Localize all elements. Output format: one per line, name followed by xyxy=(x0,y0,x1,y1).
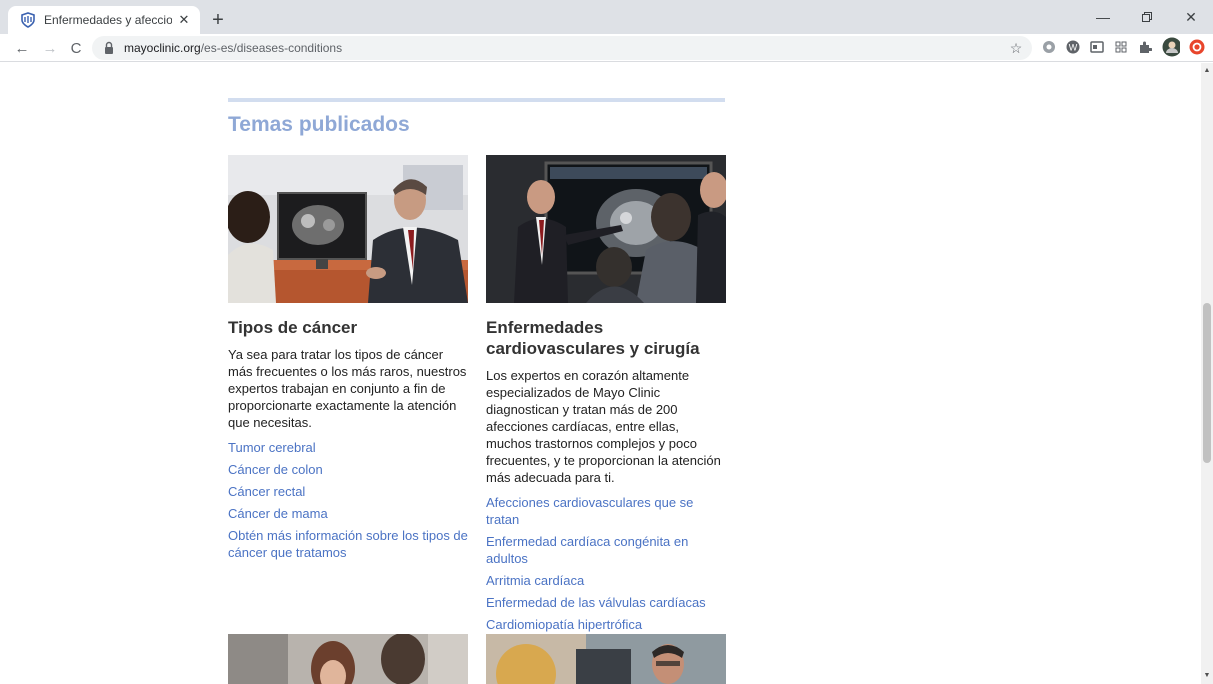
forward-icon[interactable]: → xyxy=(38,36,62,60)
profile-avatar-icon[interactable] xyxy=(1162,37,1180,57)
cancer-doctor-photo[interactable] xyxy=(228,155,468,303)
tab-title: Enfermedades y afecciones - Ma xyxy=(44,13,172,27)
url-domain: mayoclinic.org xyxy=(124,41,201,55)
section-title: Temas publicados xyxy=(228,113,410,136)
next-card-photo-right[interactable] xyxy=(486,634,726,684)
browser-tab[interactable]: Enfermedades y afecciones - Ma ✕ xyxy=(8,6,200,34)
card-cardiovascular: Enfermedades cardiovasculares y cirugía … xyxy=(486,155,726,638)
cardiology-team-photo[interactable] xyxy=(486,155,726,303)
list-item: Enfermedad cardíaca congénita en adultos xyxy=(486,533,726,567)
url-path: /es-es/diseases-conditions xyxy=(200,41,343,55)
list-item: Afecciones cardiovasculares que se trata… xyxy=(486,494,726,528)
wordpress-icon[interactable]: W xyxy=(1064,38,1082,56)
list-item: Obtén más información sobre los tipos de… xyxy=(228,527,468,561)
reload-icon[interactable]: C xyxy=(64,36,88,60)
back-icon[interactable]: ← xyxy=(10,36,34,60)
tab-bar: Enfermedades y afecciones - Ma ✕ + — ✕ xyxy=(0,0,1213,34)
card-title: Tipos de cáncer xyxy=(228,318,358,337)
scroll-down-arrow-icon[interactable]: ▼ xyxy=(1201,670,1213,682)
link-cardiovascular-conditions[interactable]: Afecciones cardiovasculares que se trata… xyxy=(486,495,693,527)
reader-icon[interactable] xyxy=(1088,38,1106,56)
minimize-icon[interactable]: — xyxy=(1081,0,1125,34)
list-item: Cáncer de colon xyxy=(228,461,468,478)
power-extension-icon[interactable] xyxy=(1188,38,1206,56)
browser-toolbar: ← → C mayoclinic.org/es-es/diseases-cond… xyxy=(0,34,1213,62)
link-congenital-heart-disease[interactable]: Enfermedad cardíaca congénita en adultos xyxy=(486,534,688,566)
list-item: Cáncer rectal xyxy=(228,483,468,500)
tab-close-icon[interactable]: ✕ xyxy=(176,12,192,28)
lock-icon xyxy=(105,41,113,54)
link-more-cancer-types[interactable]: Obtén más información sobre los tipos de… xyxy=(228,528,468,560)
extension-gear-icon[interactable] xyxy=(1040,38,1058,56)
new-tab-button[interactable]: + xyxy=(206,9,230,33)
link-tumor-cerebral[interactable]: Tumor cerebral xyxy=(228,440,316,455)
card-cancer-types: Tipos de cáncer Ya sea para tratar los t… xyxy=(228,155,468,566)
address-bar[interactable]: mayoclinic.org/es-es/diseases-conditions… xyxy=(92,36,1032,60)
grid-icon[interactable] xyxy=(1112,38,1130,56)
next-card-photo-left[interactable] xyxy=(228,634,468,684)
vertical-scrollbar[interactable]: ▲ ▼ xyxy=(1201,63,1213,684)
card-title: Enfermedades cardiovasculares y cirugía xyxy=(486,318,700,358)
card-link-list: Tumor cerebral Cáncer de colon Cáncer re… xyxy=(228,439,468,561)
card-description: Los expertos en corazón altamente especi… xyxy=(486,368,721,485)
list-item: Enfermedad de las válvulas cardíacas xyxy=(486,594,726,611)
window-close-icon[interactable]: ✕ xyxy=(1169,0,1213,34)
list-item: Tumor cerebral xyxy=(228,439,468,456)
link-hypertrophic-cardiomyopathy[interactable]: Cardiomiopatía hipertrófica xyxy=(486,617,642,632)
list-item: Arritmia cardíaca xyxy=(486,572,726,589)
extensions-puzzle-icon[interactable] xyxy=(1136,38,1154,56)
page-viewport: Temas publicados Tipos de cáncer Ya sea … xyxy=(0,63,1213,684)
svg-text:W: W xyxy=(1069,43,1078,53)
restore-icon[interactable] xyxy=(1125,0,1169,34)
link-cancer-rectal[interactable]: Cáncer rectal xyxy=(228,484,305,499)
list-item: Cáncer de mama xyxy=(228,505,468,522)
url-text: mayoclinic.org/es-es/diseases-conditions xyxy=(124,41,342,55)
list-item: Cardiomiopatía hipertrófica xyxy=(486,616,726,633)
section-divider xyxy=(228,98,725,102)
mayo-clinic-favicon xyxy=(21,12,35,28)
link-cancer-de-mama[interactable]: Cáncer de mama xyxy=(228,506,328,521)
scrollbar-thumb[interactable] xyxy=(1203,303,1211,463)
star-icon[interactable]: ☆ xyxy=(1008,40,1024,56)
card-description: Ya sea para tratar los tipos de cáncer m… xyxy=(228,347,467,430)
link-arrhythmia[interactable]: Arritmia cardíaca xyxy=(486,573,584,588)
link-cancer-de-colon[interactable]: Cáncer de colon xyxy=(228,462,323,477)
card-link-list: Afecciones cardiovasculares que se trata… xyxy=(486,494,726,633)
scroll-up-arrow-icon[interactable]: ▲ xyxy=(1201,65,1213,77)
link-valve-disease[interactable]: Enfermedad de las válvulas cardíacas xyxy=(486,595,706,610)
